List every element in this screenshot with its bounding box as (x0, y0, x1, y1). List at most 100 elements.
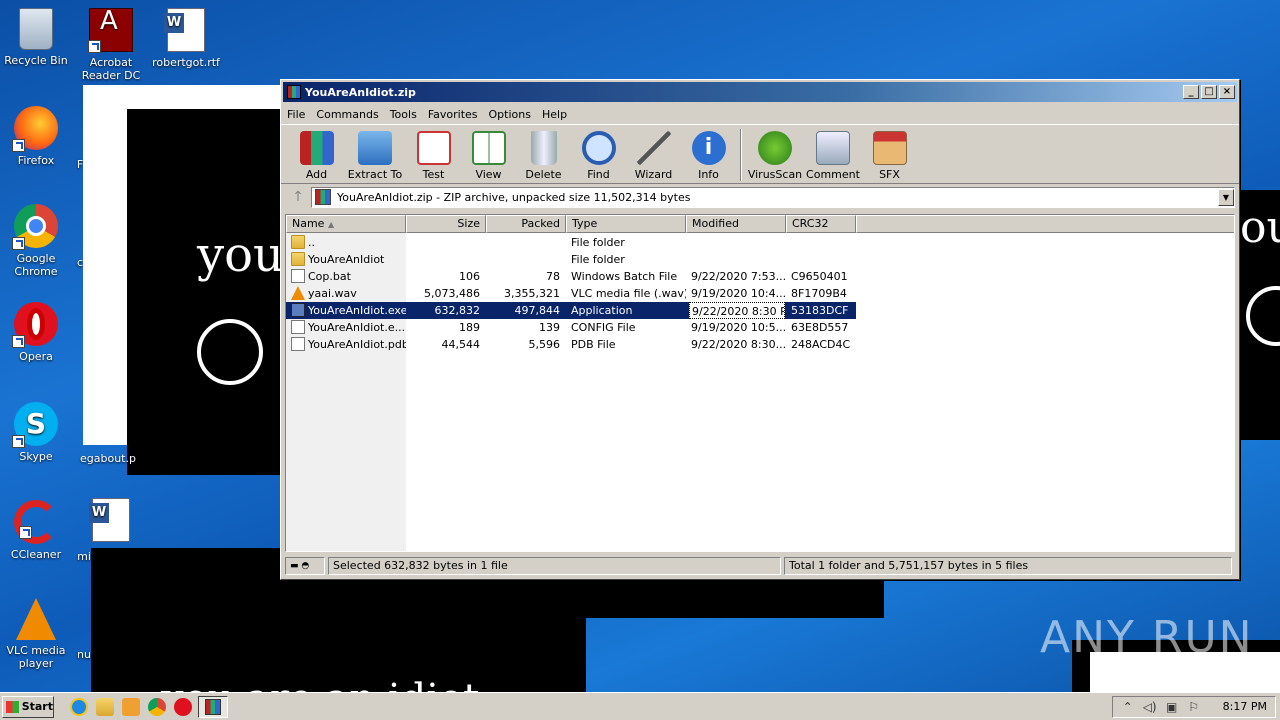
application-icon (291, 303, 305, 317)
chevron-down-icon[interactable]: ▼ (1218, 188, 1234, 206)
volume-icon[interactable]: ◁) (1143, 700, 1157, 714)
firefox-icon (12, 106, 58, 152)
desktop-partial-label: nu (77, 648, 91, 661)
file-packed: 5,596 (528, 338, 561, 351)
virusscan-button[interactable]: VirusScan (746, 125, 804, 181)
menu-tools[interactable]: Tools (390, 108, 417, 121)
windows-flag-icon (6, 700, 19, 713)
extract-to-button[interactable]: Extract To (344, 125, 406, 181)
title-bar[interactable]: YouAreAnIdiot.zip _ □ × (283, 82, 1237, 102)
wizard-button[interactable]: Wizard (626, 125, 681, 181)
menu-options[interactable]: Options (489, 108, 531, 121)
add-archive-icon (299, 131, 334, 165)
desktop-icon-acrobat[interactable]: A Acrobat Reader DC (75, 8, 147, 82)
trash-icon (530, 131, 557, 165)
toolbar: Add Extract To Test View Delete Find Wiz… (281, 124, 1239, 184)
desktop-icon-vlc[interactable]: VLC media player (0, 598, 72, 670)
explorer-folder-icon[interactable] (96, 697, 114, 716)
menu-file[interactable]: File (287, 108, 305, 121)
ccleaner-icon (14, 500, 58, 544)
file-modified: 9/22/2020 7:53... (691, 270, 785, 283)
menu-bar: File Commands Tools Favorites Options He… (281, 104, 1239, 124)
system-tray: ⌃ ◁) ▣ ⚐ 8:17 PM (1111, 695, 1276, 718)
file-size: 5,073,486 (424, 287, 480, 300)
opera-icon (12, 302, 58, 348)
file-size: 106 (459, 270, 480, 283)
close-button[interactable]: × (1219, 85, 1235, 99)
menu-commands[interactable]: Commands (316, 108, 378, 121)
smiley-icon (197, 319, 263, 385)
desktop-icon-firefox[interactable]: Firefox (0, 106, 72, 167)
file-type: File folder (571, 236, 625, 249)
info-button[interactable]: i Info (681, 125, 736, 181)
file-size (406, 251, 480, 268)
view-button[interactable]: View (461, 125, 516, 181)
file-type: File folder (571, 253, 625, 266)
media-player-icon[interactable] (122, 697, 140, 716)
desktop-icon-chrome[interactable]: Google Chrome (0, 204, 72, 278)
desktop-icon-skype[interactable]: S Skype (0, 402, 72, 463)
file-row[interactable]: Cop.bat 106 78 Windows Batch File 9/22/2020 … (286, 268, 1234, 285)
file-row[interactable]: YouAreAnIdiot File folder (286, 251, 1234, 268)
opera-taskbar-icon[interactable] (174, 697, 192, 716)
column-header-filler (856, 215, 1234, 233)
folder-extract-icon (358, 131, 392, 165)
prank-window-black-left: you (127, 109, 287, 475)
desktop-icon-label: CCleaner (10, 548, 62, 561)
desktop-icon-ccleaner[interactable]: CCleaner (0, 500, 72, 561)
column-header-name[interactable]: Name ▲ (286, 215, 406, 233)
delete-button[interactable]: Delete (516, 125, 571, 181)
file-row[interactable]: YouAreAnIdiot.pdb 44,544 5,596 PDB File 9/22… (286, 336, 1234, 353)
sfx-box-icon (872, 131, 907, 165)
comment-icon (816, 131, 850, 165)
file-row[interactable]: .. File folder (286, 234, 1234, 251)
desktop-icon-robertgot[interactable]: W robertgot.rtf (150, 8, 222, 69)
internet-explorer-icon[interactable] (70, 697, 88, 716)
column-header-type[interactable]: Type (566, 215, 686, 233)
comment-button[interactable]: Comment (804, 125, 862, 181)
column-header-packed[interactable]: Packed (486, 215, 566, 233)
tray-expand-icon[interactable]: ⌃ (1121, 700, 1135, 714)
start-button[interactable]: Start (2, 695, 54, 718)
column-header-crc32[interactable]: CRC32 (786, 215, 856, 233)
taskbar-winrar-button[interactable] (198, 695, 228, 718)
desktop-partial-label: egabout.p (80, 452, 136, 465)
file-name: YouAreAnIdiot.exe (308, 304, 406, 317)
network-icon[interactable]: ▣ (1165, 700, 1179, 714)
menu-help[interactable]: Help (542, 108, 567, 121)
word-document-icon: W (164, 8, 205, 52)
file-row[interactable]: YouAreAnIdiot.exe 632,832 497,844 Applicati… (286, 302, 1234, 319)
file-row[interactable]: YouAreAnIdiot.e... 189 139 CONFIG File 9/19/… (286, 319, 1234, 336)
menu-favorites[interactable]: Favorites (428, 108, 478, 121)
sfx-button[interactable]: SFX (862, 125, 917, 181)
archive-path-text: YouAreAnIdiot.zip - ZIP archive, unpacke… (337, 190, 691, 204)
maximize-button[interactable]: □ (1201, 85, 1217, 99)
up-one-level-button[interactable]: ↑ (285, 186, 311, 208)
file-packed: 497,844 (514, 304, 561, 317)
add-button[interactable]: Add (289, 125, 344, 181)
minimize-button[interactable]: _ (1183, 85, 1199, 99)
batch-file-icon (291, 269, 305, 283)
find-button[interactable]: Find (571, 125, 626, 181)
test-checklist-icon (416, 131, 451, 165)
column-header-modified[interactable]: Modified (686, 215, 786, 233)
desktop-icon-word-doc[interactable]: W (75, 498, 147, 546)
file-packed (486, 251, 560, 268)
desktop-icon-opera[interactable]: Opera (0, 302, 72, 363)
toolbar-separator (740, 129, 742, 181)
column-header-size[interactable]: Size (406, 215, 486, 233)
desktop-icon-recycle-bin[interactable]: Recycle Bin (0, 8, 72, 67)
action-center-flag-icon[interactable]: ⚐ (1187, 700, 1201, 714)
chrome-taskbar-icon[interactable] (148, 697, 166, 716)
winrar-icon (205, 698, 221, 715)
file-row[interactable]: yaai.wav 5,073,486 3,355,321 VLC media file… (286, 285, 1234, 302)
desktop-partial-label: c (76, 256, 84, 269)
test-button[interactable]: Test (406, 125, 461, 181)
archive-path-field[interactable]: YouAreAnIdiot.zip - ZIP archive, unpacke… (311, 186, 1235, 208)
clock[interactable]: 8:17 PM (1223, 700, 1267, 713)
file-type: CONFIG File (571, 321, 636, 334)
word-document-icon: W (89, 498, 130, 542)
smiley-icon (1246, 286, 1280, 346)
desktop-icon-label: Skype (19, 450, 53, 463)
winrar-window: YouAreAnIdiot.zip _ □ × File Commands To… (280, 79, 1240, 580)
